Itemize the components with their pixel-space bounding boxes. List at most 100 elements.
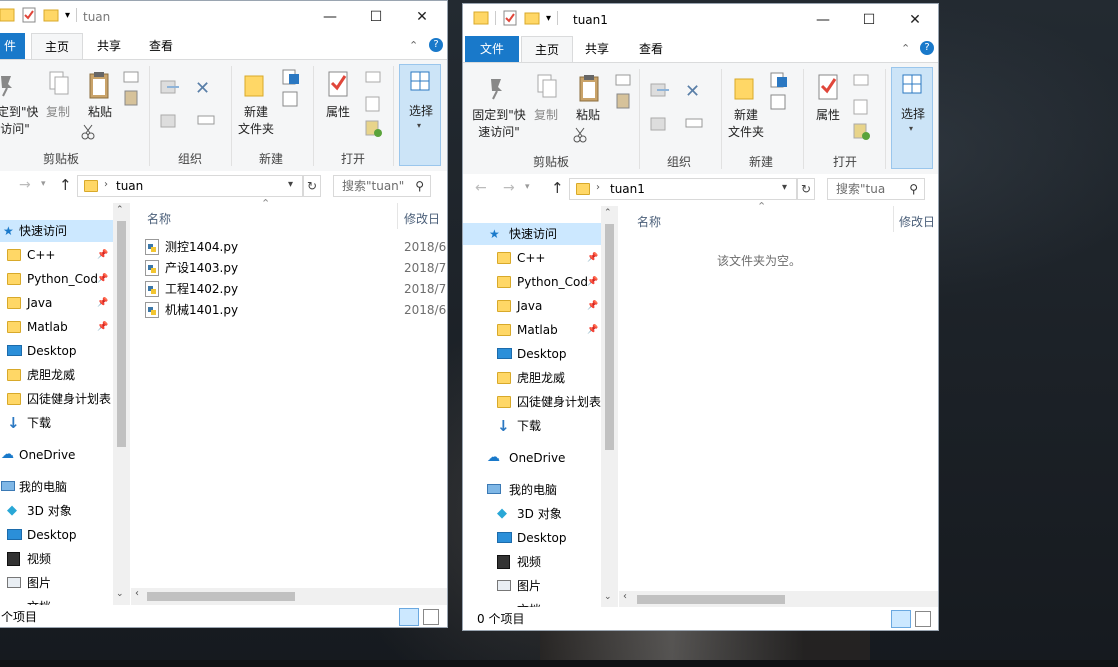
search-icon[interactable]: ⚲ xyxy=(909,179,918,199)
scrollbar-thumb[interactable] xyxy=(637,595,785,604)
up-arrow-icon[interactable]: ↑ xyxy=(59,176,72,194)
copy-icon[interactable] xyxy=(47,70,71,98)
help-icon[interactable]: ? xyxy=(920,41,934,55)
pin-to-quick-access-label[interactable]: 固定到"快 速访问" xyxy=(467,107,531,141)
nav-item-python[interactable]: Python_Cod 📌 xyxy=(0,268,113,290)
collapse-ribbon-icon[interactable]: ⌃ xyxy=(409,39,418,52)
forward-arrow-icon[interactable]: → xyxy=(19,177,31,193)
forward-arrow-icon[interactable]: → xyxy=(503,180,515,196)
nav-this-pc[interactable]: 我的电脑 xyxy=(0,476,113,498)
tab-file[interactable]: 件 xyxy=(0,33,25,59)
delete-icon[interactable]: ✕ xyxy=(685,81,700,102)
address-box[interactable]: › tuan ▾ xyxy=(77,175,303,197)
copy-to-icon[interactable] xyxy=(159,112,181,130)
copy-icon[interactable] xyxy=(535,73,559,101)
close-button[interactable]: ✕ xyxy=(399,1,445,33)
tab-share[interactable]: 共享 xyxy=(89,33,129,59)
paste-label[interactable]: 粘贴 xyxy=(573,107,603,124)
properties-icon[interactable] xyxy=(327,70,351,98)
pin-to-quick-access-label[interactable]: 定到"快 访问" xyxy=(0,104,39,138)
tab-view[interactable]: 查看 xyxy=(631,36,671,62)
scroll-down-icon[interactable]: ⌄ xyxy=(604,592,612,602)
collapse-ribbon-icon[interactable]: ⌃ xyxy=(901,42,910,55)
cut-icon[interactable] xyxy=(81,124,95,140)
address-path[interactable]: tuan1 xyxy=(610,182,645,196)
rename-icon[interactable] xyxy=(197,112,215,128)
select-button[interactable]: 选择 ▾ xyxy=(399,64,441,166)
maximize-button[interactable]: ☐ xyxy=(353,1,399,33)
nav-this-pc[interactable]: 我的电脑 xyxy=(463,479,601,501)
chevron-down-icon[interactable]: ▾ xyxy=(782,182,787,193)
file-row[interactable]: 产设1403.py 2018/7 xyxy=(143,258,447,279)
history-icon[interactable] xyxy=(853,123,871,141)
minimize-button[interactable]: — xyxy=(307,1,353,33)
nav-scrollbar[interactable]: ⌃ ⌄ xyxy=(113,203,130,607)
search-input[interactable]: 搜索"tua ⚲ xyxy=(827,178,925,200)
cut-icon[interactable] xyxy=(573,127,587,143)
pin-icon[interactable] xyxy=(487,75,507,101)
properties-check-icon[interactable] xyxy=(502,10,518,26)
tab-share[interactable]: 共享 xyxy=(577,36,617,62)
nav-item-hudan[interactable]: 虎胆龙威 xyxy=(0,364,113,386)
minimize-button[interactable]: — xyxy=(800,4,846,36)
nav-item-downloads[interactable]: ↓ 下载 xyxy=(0,412,113,434)
properties-check-icon[interactable] xyxy=(21,7,37,23)
history-icon[interactable] xyxy=(365,120,383,138)
paste-icon[interactable] xyxy=(577,73,603,103)
nav-quick-access[interactable]: ★ 快速访问 xyxy=(0,220,113,242)
scroll-up-icon[interactable]: ⌃ xyxy=(116,205,124,215)
close-button[interactable]: ✕ xyxy=(892,4,938,36)
nav-onedrive[interactable]: ☁ OneDrive xyxy=(0,444,113,466)
title-bar[interactable]: ▾ tuan1 — ☐ ✕ xyxy=(463,4,938,36)
new-folder-label[interactable]: 新建 文件夹 xyxy=(725,107,767,141)
column-date-modified[interactable]: 修改日 xyxy=(899,213,935,230)
tab-view[interactable]: 查看 xyxy=(141,33,181,59)
properties-icon[interactable] xyxy=(817,73,841,101)
nav-item-pc-desktop[interactable]: Desktop xyxy=(463,527,601,549)
nav-quick-access[interactable]: ★ 快速访问 xyxy=(463,223,601,245)
move-to-icon[interactable] xyxy=(159,78,181,96)
nav-item-cpp[interactable]: C++ 📌 xyxy=(0,244,113,266)
column-name[interactable]: 名称 xyxy=(637,213,661,230)
tab-home[interactable]: 主页 xyxy=(521,36,573,63)
paste-label[interactable]: 粘贴 xyxy=(85,104,115,121)
edit-icon[interactable] xyxy=(365,96,381,112)
scroll-left-icon[interactable]: ‹ xyxy=(623,591,627,602)
back-arrow-icon[interactable]: ← xyxy=(475,180,487,196)
rename-icon[interactable] xyxy=(685,115,703,131)
new-folder-large-icon[interactable] xyxy=(733,73,755,101)
recent-locations-icon[interactable]: ▾ xyxy=(41,179,46,189)
nav-item-fitness[interactable]: 囚徒健身计划表 xyxy=(0,388,113,410)
search-icon[interactable]: ⚲ xyxy=(415,176,424,196)
scroll-down-icon[interactable]: ⌄ xyxy=(116,589,124,599)
customize-toolbar-icon[interactable]: ▾ xyxy=(546,13,551,24)
nav-item-pictures[interactable]: 图片 xyxy=(463,575,601,597)
refresh-icon[interactable]: ↻ xyxy=(303,175,321,197)
large-icons-view-icon[interactable] xyxy=(915,611,931,627)
customize-toolbar-icon[interactable]: ▾ xyxy=(65,10,70,21)
recent-locations-icon[interactable]: ▾ xyxy=(525,182,530,192)
properties-label[interactable]: 属性 xyxy=(813,107,843,124)
address-path[interactable]: tuan xyxy=(116,179,143,193)
new-item-icon[interactable] xyxy=(769,71,789,89)
tab-file[interactable]: 文件 xyxy=(465,36,519,62)
column-name[interactable]: 名称 xyxy=(147,210,171,227)
scrollbar-thumb[interactable] xyxy=(605,224,614,450)
file-row[interactable]: 机械1401.py 2018/6 xyxy=(143,300,447,321)
nav-item-java[interactable]: Java 📌 xyxy=(463,295,601,317)
nav-scrollbar[interactable]: ⌃ ⌄ xyxy=(601,206,618,610)
details-view-icon[interactable] xyxy=(399,608,419,626)
nav-item-matlab[interactable]: Matlab 📌 xyxy=(0,316,113,338)
nav-item-pictures[interactable]: 图片 xyxy=(0,572,113,594)
scroll-up-icon[interactable]: ⌃ xyxy=(604,208,612,218)
column-date-modified[interactable]: 修改日 xyxy=(404,210,440,227)
horizontal-scrollbar[interactable]: ‹ xyxy=(619,591,938,608)
edit-icon[interactable] xyxy=(853,99,869,115)
tab-home[interactable]: 主页 xyxy=(31,33,83,60)
open-icon[interactable] xyxy=(853,73,871,87)
explorer-window-tuan[interactable]: ▾ tuan — ☐ ✕ 件 主页 共享 查看 ⌃ ? 定到"快 访问" 复制 … xyxy=(0,0,448,628)
copy-label[interactable]: 复制 xyxy=(531,107,561,124)
scroll-left-icon[interactable]: ‹ xyxy=(135,588,139,599)
nav-item-downloads[interactable]: ↓ 下载 xyxy=(463,415,601,437)
address-box[interactable]: › tuan1 ▾ xyxy=(569,178,797,200)
